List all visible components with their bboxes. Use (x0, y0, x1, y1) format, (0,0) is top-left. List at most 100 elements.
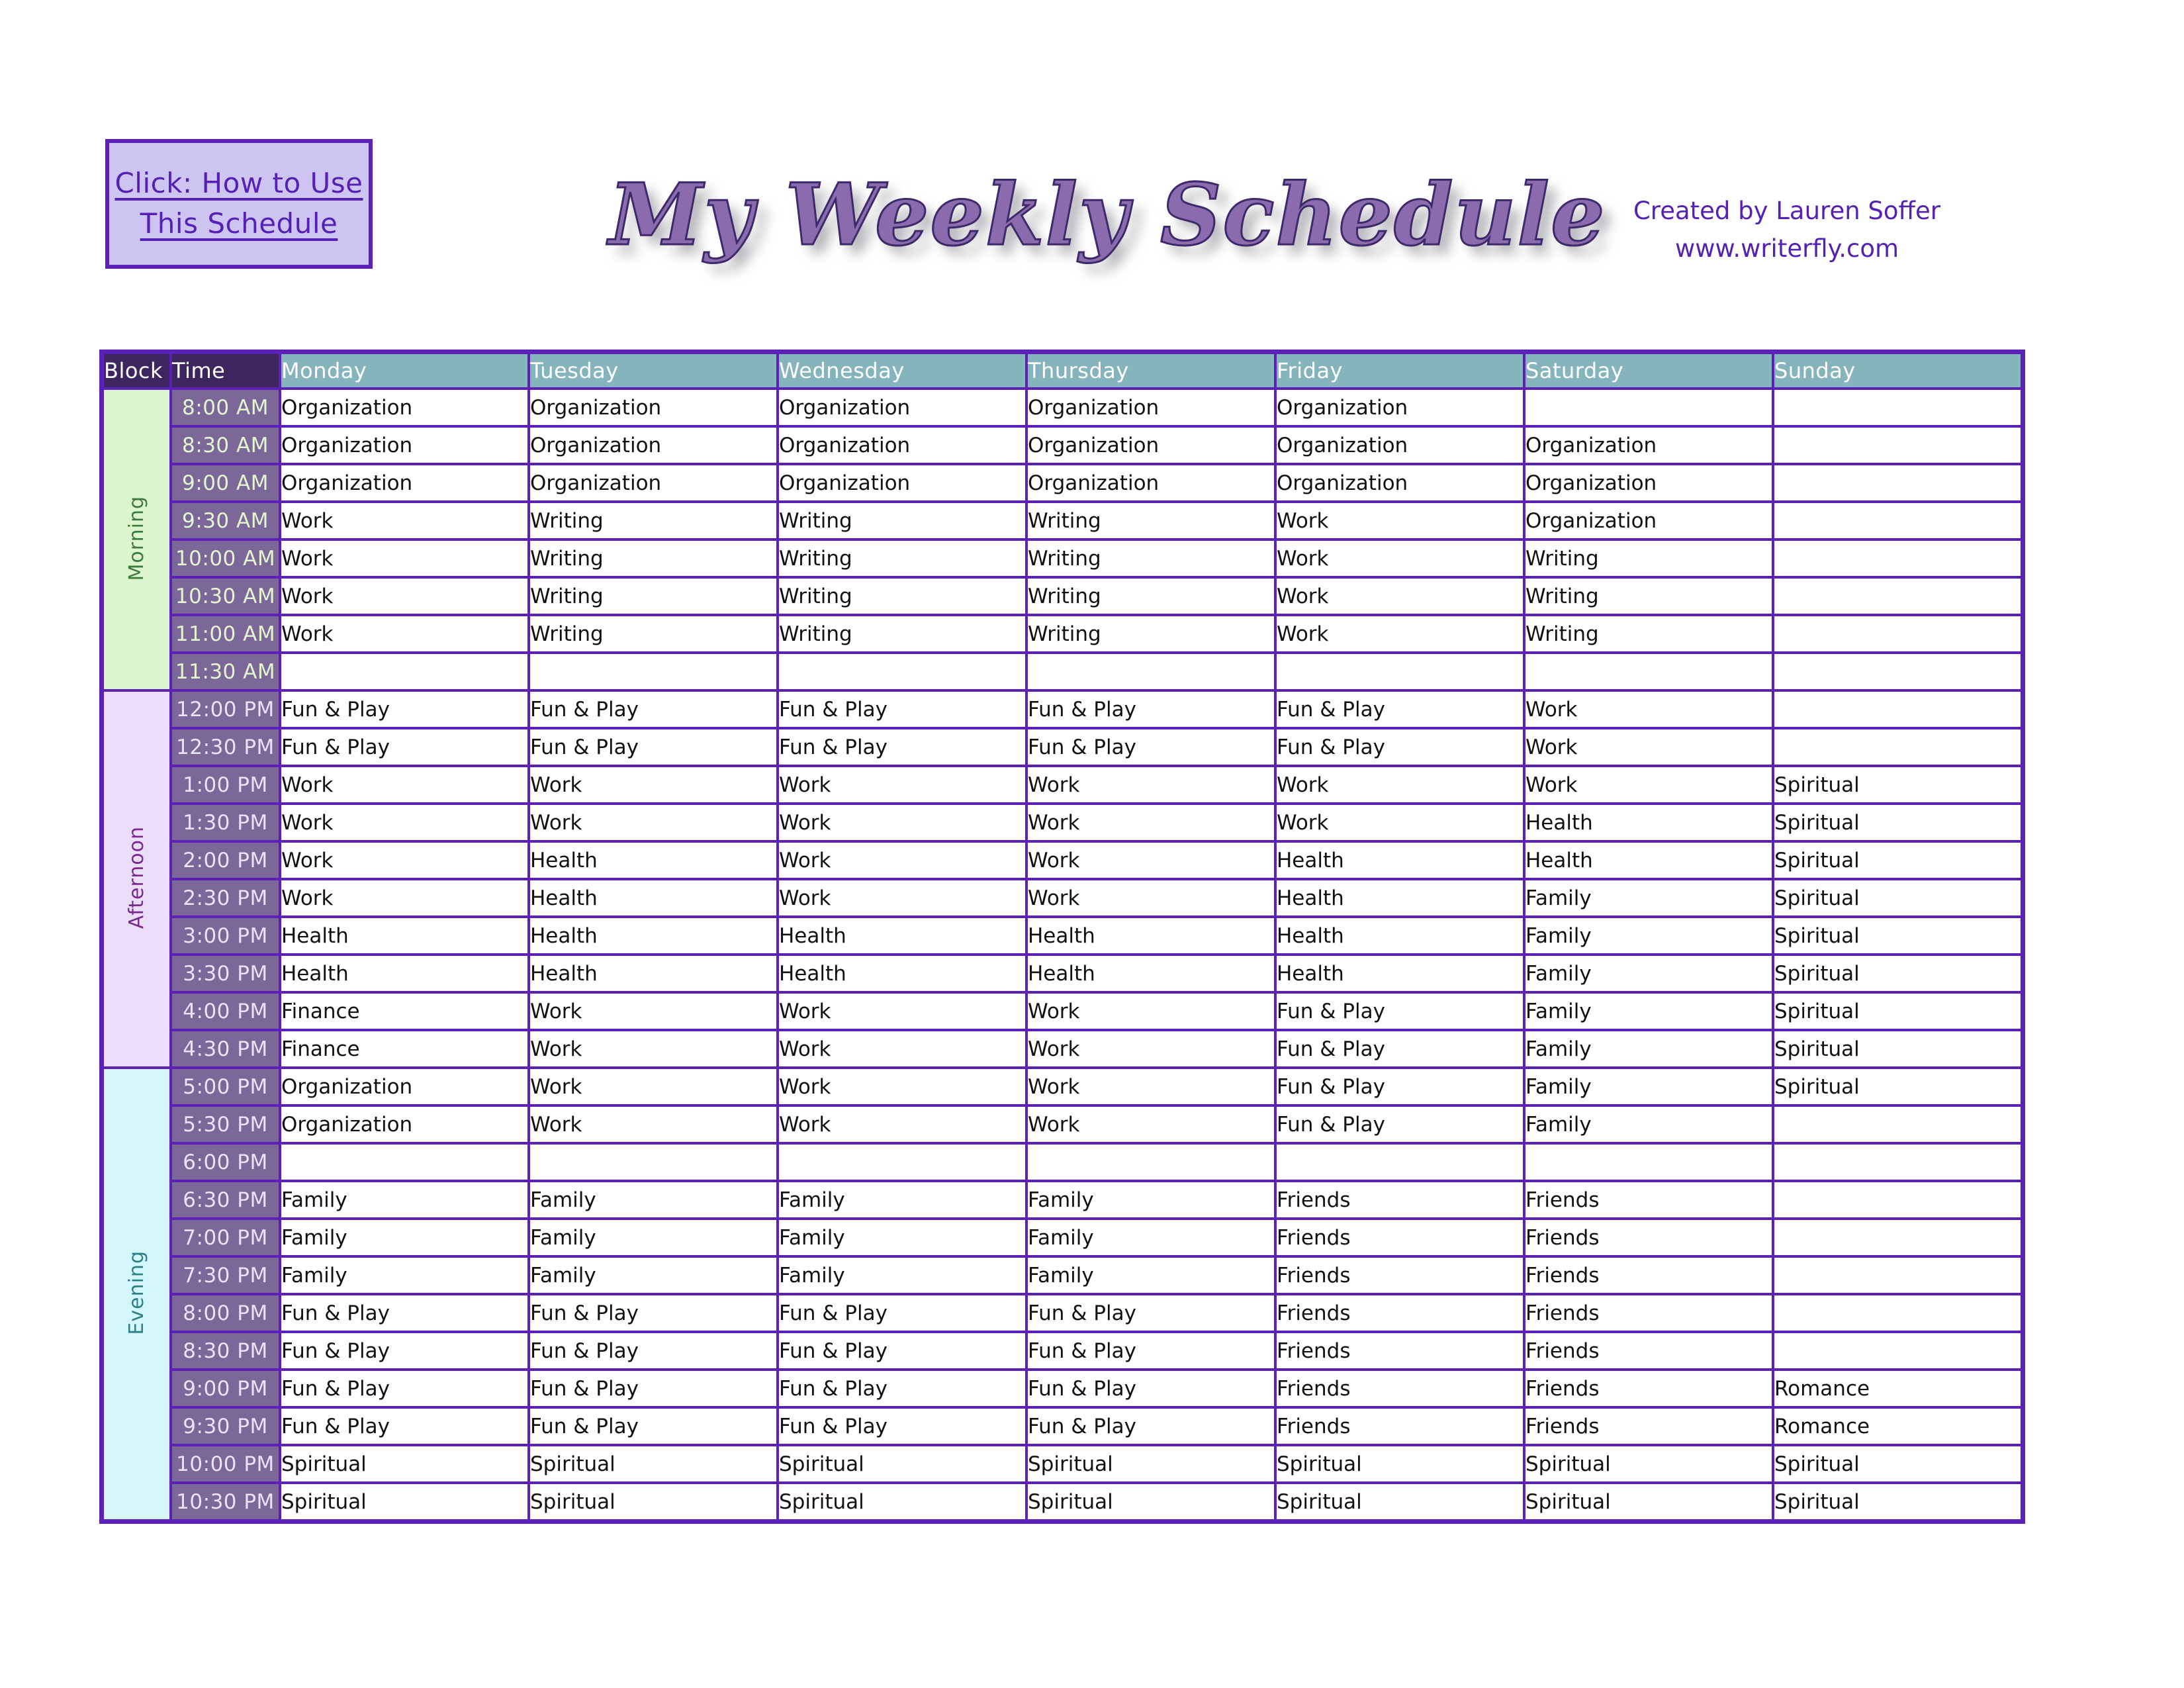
cell-wednesday-10-00-am[interactable]: Writing (778, 539, 1026, 577)
cell-tuesday-7-30-pm[interactable]: Family (529, 1256, 778, 1294)
cell-monday-8-30-pm[interactable]: Fun & Play (280, 1332, 529, 1370)
cell-sunday-1-30-pm[interactable]: Spiritual (1773, 804, 2022, 841)
cell-sunday-8-30-pm[interactable] (1773, 1332, 2022, 1370)
cell-thursday-4-00-pm[interactable]: Work (1026, 992, 1275, 1030)
cell-friday-12-00-pm[interactable]: Fun & Play (1275, 690, 1524, 728)
cell-wednesday-4-00-pm[interactable]: Work (778, 992, 1026, 1030)
cell-friday-7-30-pm[interactable]: Friends (1275, 1256, 1524, 1294)
cell-thursday-5-00-pm[interactable]: Work (1026, 1068, 1275, 1105)
cell-tuesday-8-00-pm[interactable]: Fun & Play (529, 1294, 778, 1332)
cell-friday-1-00-pm[interactable]: Work (1275, 766, 1524, 804)
cell-friday-5-30-pm[interactable]: Fun & Play (1275, 1105, 1524, 1143)
cell-monday-1-30-pm[interactable]: Work (280, 804, 529, 841)
cell-monday-9-00-pm[interactable]: Fun & Play (280, 1370, 529, 1407)
cell-friday-5-00-pm[interactable]: Fun & Play (1275, 1068, 1524, 1105)
cell-tuesday-10-30-pm[interactable]: Spiritual (529, 1483, 778, 1521)
cell-monday-6-30-pm[interactable]: Family (280, 1181, 529, 1219)
cell-tuesday-4-30-pm[interactable]: Work (529, 1030, 778, 1068)
cell-tuesday-5-00-pm[interactable]: Work (529, 1068, 778, 1105)
cell-saturday-6-30-pm[interactable]: Friends (1524, 1181, 1773, 1219)
cell-thursday-8-00-am[interactable]: Organization (1026, 389, 1275, 426)
cell-thursday-8-30-am[interactable]: Organization (1026, 426, 1275, 464)
cell-friday-6-00-pm[interactable] (1275, 1143, 1524, 1181)
cell-tuesday-9-30-am[interactable]: Writing (529, 502, 778, 539)
cell-monday-11-00-am[interactable]: Work (280, 615, 529, 653)
cell-saturday-8-00-am[interactable] (1524, 389, 1773, 426)
cell-monday-10-00-pm[interactable]: Spiritual (280, 1445, 529, 1483)
cell-tuesday-8-30-am[interactable]: Organization (529, 426, 778, 464)
cell-monday-8-00-am[interactable]: Organization (280, 389, 529, 426)
cell-saturday-3-00-pm[interactable]: Family (1524, 917, 1773, 955)
cell-saturday-12-00-pm[interactable]: Work (1524, 690, 1773, 728)
cell-sunday-4-00-pm[interactable]: Spiritual (1773, 992, 2022, 1030)
cell-sunday-11-00-am[interactable] (1773, 615, 2022, 653)
cell-monday-11-30-am[interactable] (280, 653, 529, 690)
cell-thursday-12-30-pm[interactable]: Fun & Play (1026, 728, 1275, 766)
cell-friday-6-30-pm[interactable]: Friends (1275, 1181, 1524, 1219)
cell-tuesday-1-00-pm[interactable]: Work (529, 766, 778, 804)
how-to-use-link-box[interactable]: Click: How to Use This Schedule (105, 139, 373, 269)
cell-sunday-11-30-am[interactable] (1773, 653, 2022, 690)
cell-thursday-12-00-pm[interactable]: Fun & Play (1026, 690, 1275, 728)
cell-saturday-6-00-pm[interactable] (1524, 1143, 1773, 1181)
cell-saturday-5-30-pm[interactable]: Family (1524, 1105, 1773, 1143)
cell-tuesday-5-30-pm[interactable]: Work (529, 1105, 778, 1143)
cell-sunday-3-30-pm[interactable]: Spiritual (1773, 955, 2022, 992)
cell-friday-4-00-pm[interactable]: Fun & Play (1275, 992, 1524, 1030)
cell-tuesday-6-30-pm[interactable]: Family (529, 1181, 778, 1219)
cell-monday-4-30-pm[interactable]: Finance (280, 1030, 529, 1068)
cell-monday-10-30-pm[interactable]: Spiritual (280, 1483, 529, 1521)
cell-tuesday-11-30-am[interactable] (529, 653, 778, 690)
cell-thursday-2-30-pm[interactable]: Work (1026, 879, 1275, 917)
cell-sunday-2-30-pm[interactable]: Spiritual (1773, 879, 2022, 917)
cell-monday-9-00-am[interactable]: Organization (280, 464, 529, 502)
cell-friday-8-00-am[interactable]: Organization (1275, 389, 1524, 426)
cell-saturday-8-30-pm[interactable]: Friends (1524, 1332, 1773, 1370)
cell-saturday-2-30-pm[interactable]: Family (1524, 879, 1773, 917)
cell-thursday-9-30-pm[interactable]: Fun & Play (1026, 1407, 1275, 1445)
cell-thursday-10-30-am[interactable]: Writing (1026, 577, 1275, 615)
cell-monday-6-00-pm[interactable] (280, 1143, 529, 1181)
cell-monday-12-00-pm[interactable]: Fun & Play (280, 690, 529, 728)
cell-thursday-6-00-pm[interactable] (1026, 1143, 1275, 1181)
cell-saturday-9-30-am[interactable]: Organization (1524, 502, 1773, 539)
cell-wednesday-2-00-pm[interactable]: Work (778, 841, 1026, 879)
cell-wednesday-12-00-pm[interactable]: Fun & Play (778, 690, 1026, 728)
cell-sunday-12-00-pm[interactable] (1773, 690, 2022, 728)
cell-wednesday-8-00-pm[interactable]: Fun & Play (778, 1294, 1026, 1332)
cell-thursday-4-30-pm[interactable]: Work (1026, 1030, 1275, 1068)
cell-thursday-11-30-am[interactable] (1026, 653, 1275, 690)
cell-thursday-9-00-am[interactable]: Organization (1026, 464, 1275, 502)
cell-monday-10-30-am[interactable]: Work (280, 577, 529, 615)
cell-monday-4-00-pm[interactable]: Finance (280, 992, 529, 1030)
cell-tuesday-10-00-pm[interactable]: Spiritual (529, 1445, 778, 1483)
cell-wednesday-6-00-pm[interactable] (778, 1143, 1026, 1181)
cell-wednesday-5-00-pm[interactable]: Work (778, 1068, 1026, 1105)
cell-friday-8-30-pm[interactable]: Friends (1275, 1332, 1524, 1370)
cell-friday-7-00-pm[interactable]: Friends (1275, 1219, 1524, 1256)
cell-sunday-6-30-pm[interactable] (1773, 1181, 2022, 1219)
cell-wednesday-10-30-pm[interactable]: Spiritual (778, 1483, 1026, 1521)
cell-wednesday-8-30-am[interactable]: Organization (778, 426, 1026, 464)
cell-friday-9-30-am[interactable]: Work (1275, 502, 1524, 539)
cell-tuesday-3-30-pm[interactable]: Health (529, 955, 778, 992)
cell-wednesday-11-00-am[interactable]: Writing (778, 615, 1026, 653)
cell-thursday-7-30-pm[interactable]: Family (1026, 1256, 1275, 1294)
cell-wednesday-9-00-pm[interactable]: Fun & Play (778, 1370, 1026, 1407)
cell-sunday-9-00-pm[interactable]: Romance (1773, 1370, 2022, 1407)
cell-sunday-7-30-pm[interactable] (1773, 1256, 2022, 1294)
cell-wednesday-8-30-pm[interactable]: Fun & Play (778, 1332, 1026, 1370)
cell-sunday-10-30-am[interactable] (1773, 577, 2022, 615)
cell-saturday-11-30-am[interactable] (1524, 653, 1773, 690)
cell-tuesday-10-30-am[interactable]: Writing (529, 577, 778, 615)
cell-saturday-4-00-pm[interactable]: Family (1524, 992, 1773, 1030)
cell-friday-10-30-pm[interactable]: Spiritual (1275, 1483, 1524, 1521)
cell-thursday-9-30-am[interactable]: Writing (1026, 502, 1275, 539)
cell-saturday-11-00-am[interactable]: Writing (1524, 615, 1773, 653)
cell-tuesday-9-30-pm[interactable]: Fun & Play (529, 1407, 778, 1445)
cell-saturday-1-30-pm[interactable]: Health (1524, 804, 1773, 841)
cell-wednesday-9-00-am[interactable]: Organization (778, 464, 1026, 502)
cell-sunday-12-30-pm[interactable] (1773, 728, 2022, 766)
cell-thursday-10-00-pm[interactable]: Spiritual (1026, 1445, 1275, 1483)
cell-friday-9-00-pm[interactable]: Friends (1275, 1370, 1524, 1407)
